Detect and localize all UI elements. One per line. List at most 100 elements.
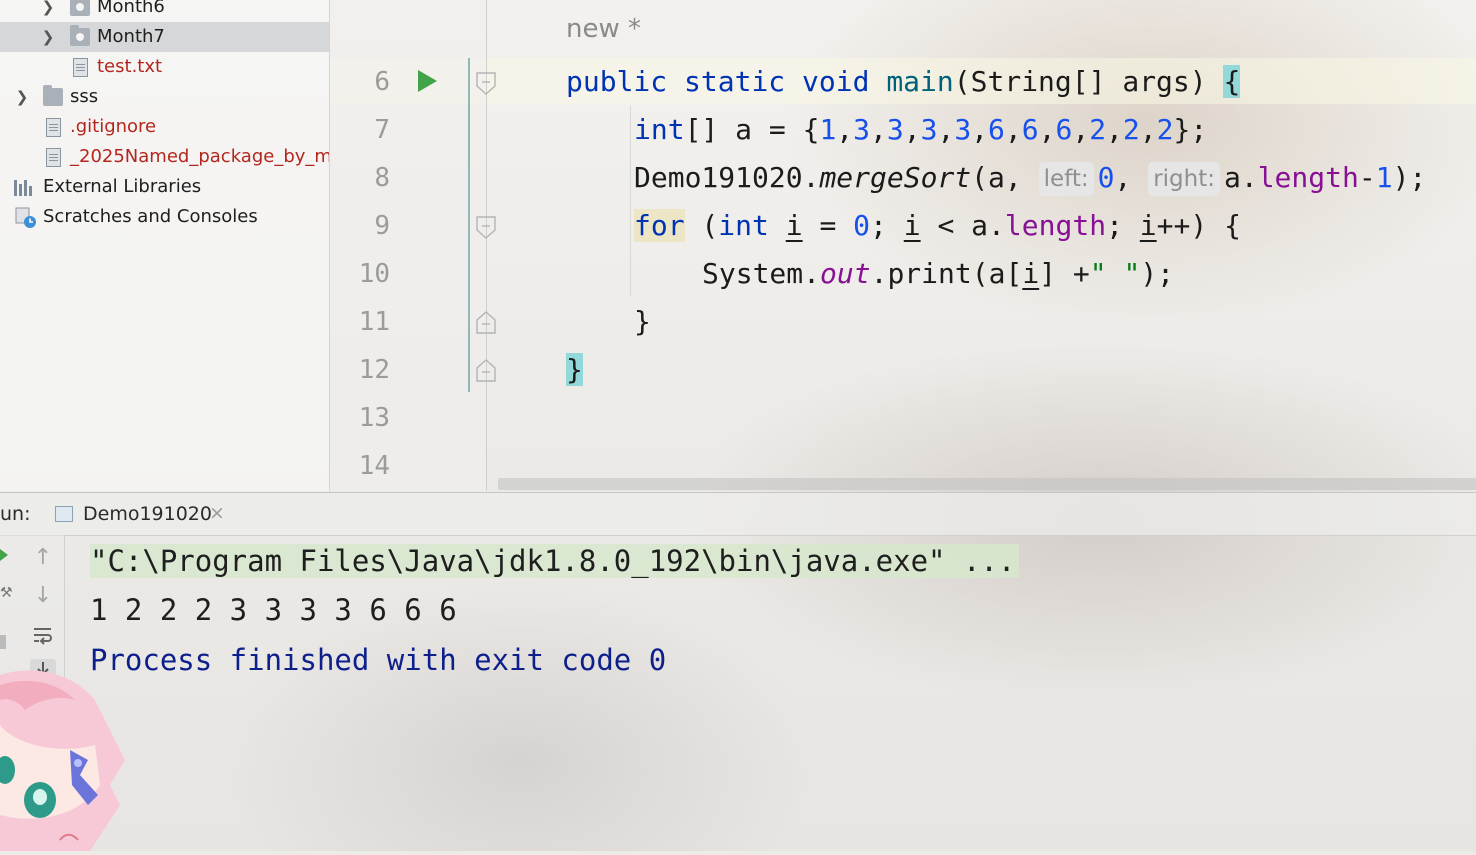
code-text: -: [1358, 161, 1376, 194]
tree-item-external-libraries[interactable]: External Libraries: [0, 172, 329, 202]
tree-item-label: Scratches and Consoles: [43, 206, 258, 227]
static-field-reference: out: [820, 257, 871, 290]
code-line-11[interactable]: }: [634, 298, 651, 346]
line-number: 11: [358, 307, 390, 337]
run-window-title: un:: [0, 503, 31, 525]
number-literal: 3: [954, 113, 972, 146]
loop-variable: i: [1022, 257, 1040, 290]
number-literal: 3: [886, 113, 904, 146]
fold-start-icon[interactable]: [476, 216, 496, 239]
code-text: [] a = {: [684, 113, 820, 146]
method-name: main: [886, 65, 954, 98]
run-tool-window-header: un: Demo191020 ×: [0, 492, 1476, 536]
library-icon: [14, 178, 36, 196]
parameter-hint-left: left:: [1038, 162, 1094, 196]
file-icon: [46, 148, 61, 167]
line-number: 14: [358, 451, 390, 481]
keyword-int: int: [718, 209, 769, 242]
number-literal: 3: [920, 113, 938, 146]
chevron-right-icon[interactable]: ❯: [12, 82, 32, 112]
down-arrow-icon[interactable]: ↓: [30, 583, 56, 609]
parameter-hint-right: right:: [1148, 162, 1220, 196]
folder-icon: [43, 85, 63, 106]
keyword-public: public: [566, 65, 668, 98]
fold-end-icon[interactable]: [476, 358, 496, 382]
editor-gutter: 6 7 8 9 10 11 12 13 14: [330, 0, 496, 491]
code-editor[interactable]: 6 7 8 9 10 11 12 13 14 new * public stat…: [330, 0, 1476, 491]
number-literal: 1: [819, 113, 837, 146]
code-text: ;: [870, 209, 904, 242]
tree-item-test-txt[interactable]: test.txt: [0, 52, 329, 82]
code-text: < a.: [920, 209, 1005, 242]
tree-item-gitignore[interactable]: .gitignore: [0, 112, 329, 142]
module-folder-icon: [70, 25, 90, 46]
tree-item-label: Month7: [97, 26, 165, 47]
tree-item-month7[interactable]: ❯ Month7: [0, 22, 329, 52]
console-command-text: "C:\Program Files\Java\jdk1.8.0_192\bin\…: [90, 544, 1020, 578]
line-number: 7: [374, 115, 390, 145]
tree-item-named-package[interactable]: _2025Named_package_by_mc: [0, 142, 329, 172]
tree-item-scratches[interactable]: Scratches and Consoles: [0, 202, 329, 232]
console-output-line[interactable]: 1 2 2 2 3 3 3 3 6 6 6: [90, 587, 457, 633]
number-literal: 2: [1089, 113, 1107, 146]
loop-variable: i: [785, 209, 803, 242]
code-text: (String[] args): [953, 65, 1224, 98]
code-line-8[interactable]: Demo191020.mergeSort(a, left: 0, right: a.…: [634, 154, 1426, 202]
up-arrow-icon[interactable]: ↑: [30, 545, 56, 571]
number-literal: 6: [1021, 113, 1039, 146]
console-command-line[interactable]: "C:\Program Files\Java\jdk1.8.0_192\bin\…: [90, 538, 1020, 584]
text-file-icon: [73, 58, 88, 77]
vcs-change-marker[interactable]: [468, 58, 470, 392]
close-icon[interactable]: ×: [209, 502, 225, 524]
matched-brace: {: [1223, 65, 1241, 98]
code-text: );: [1140, 257, 1175, 290]
stop-icon[interactable]: [0, 635, 6, 649]
line-number: 8: [374, 163, 390, 193]
code-text: (: [684, 209, 719, 242]
code-line-10[interactable]: System.out.print(a[i] +" ");: [702, 250, 1174, 298]
rerun-icon[interactable]: [0, 549, 8, 561]
string-literal: " ": [1089, 257, 1141, 290]
run-tab-label: Demo191020: [83, 503, 212, 525]
chevron-right-icon[interactable]: ❯: [38, 22, 58, 52]
code-line-12[interactable]: }: [566, 346, 583, 394]
line-number: 9: [374, 211, 390, 241]
usage-inlay-hint[interactable]: new *: [566, 14, 641, 44]
code-line-9[interactable]: for (int i = 0; i < a.length; i++) {: [634, 202, 1241, 250]
line-number: 10: [358, 259, 390, 289]
number-literal: 0: [1097, 161, 1115, 194]
chevron-right-icon[interactable]: ❯: [38, 0, 58, 22]
fold-end-icon[interactable]: [476, 310, 496, 334]
number-literal: 2: [1122, 113, 1140, 146]
tree-item-label: test.txt: [97, 56, 163, 77]
number-literal: 0: [853, 209, 871, 242]
tree-item-month6[interactable]: ❯ Month6: [0, 0, 329, 22]
code-line-6[interactable]: public static void main(String[] args) {: [566, 58, 1241, 106]
tree-item-label: sss: [70, 86, 99, 107]
wrench-icon[interactable]: ⚒: [0, 585, 13, 601]
code-text: System.: [702, 257, 821, 290]
soft-wrap-icon[interactable]: [30, 623, 56, 649]
number-literal: 3: [853, 113, 871, 146]
fold-start-icon[interactable]: [476, 72, 496, 95]
code-line-7[interactable]: int[] a = {1,3,3,3,3,6,6,6,2,2,2};: [634, 106, 1207, 154]
code-text: ] +: [1039, 257, 1090, 290]
line-number: 6: [374, 67, 390, 97]
tree-item-label: .gitignore: [70, 116, 157, 137]
number-literal: 6: [988, 113, 1005, 146]
keyword-int: int: [634, 113, 685, 146]
field-reference: length: [1257, 161, 1359, 194]
tree-item-sss[interactable]: ❯ sss: [0, 82, 329, 112]
tree-item-label: _2025Named_package_by_mc: [70, 146, 329, 167]
code-text: Demo191020.: [634, 161, 820, 194]
indent-guide: [630, 106, 631, 296]
loop-variable: i: [903, 209, 921, 242]
horizontal-scrollbar[interactable]: [498, 478, 1476, 490]
line-number: 13: [358, 403, 390, 433]
code-text: .print(a[: [870, 257, 1023, 290]
project-tree-panel: ❯ Month6 ❯ Month7 test.txt ❯ sss .gitign…: [0, 0, 330, 491]
run-gutter-icon[interactable]: [418, 70, 437, 92]
console-exit-line[interactable]: Process finished with exit code 0: [90, 637, 666, 683]
run-tab-demo191020[interactable]: Demo191020 ×: [36, 493, 225, 535]
